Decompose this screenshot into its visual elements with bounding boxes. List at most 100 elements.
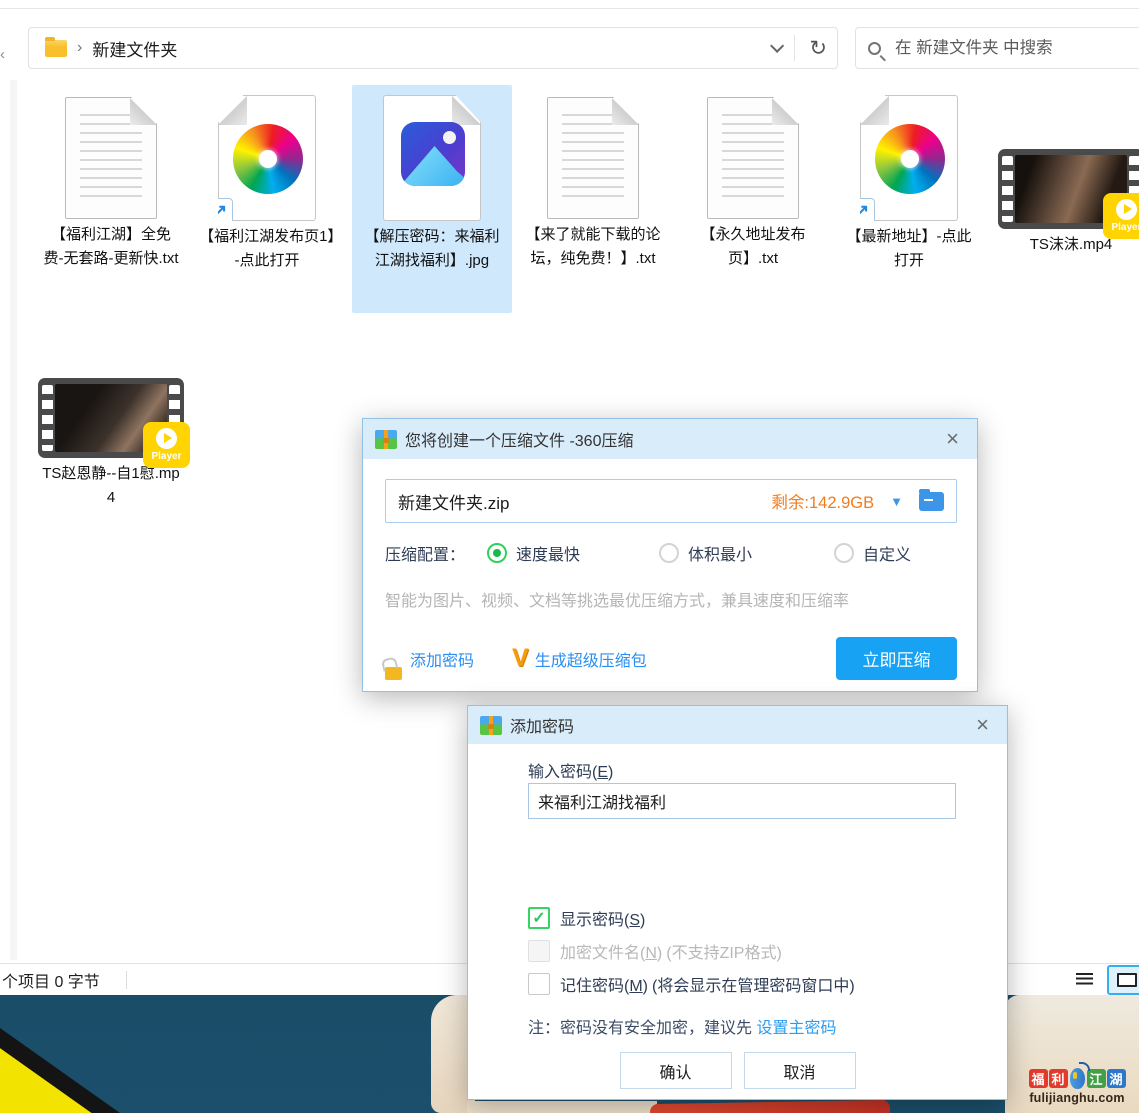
set-master-password-link[interactable]: 设置主密码 xyxy=(756,1020,836,1037)
checkbox-label: 显示密码(S) xyxy=(560,906,645,930)
text-file-icon xyxy=(707,97,799,219)
refresh-icon[interactable]: ↻ xyxy=(809,38,827,59)
encrypt-filename-checkbox-row: 加密文件名(N) (不支持ZIP格式) xyxy=(528,939,782,963)
file-tile[interactable]: Player TS沫沫.mp4 xyxy=(996,85,1139,263)
radio-smallest-size[interactable]: 体积最小 xyxy=(659,541,752,565)
file-tile[interactable]: Player TS赵恩静--自1慰.mp4 xyxy=(36,368,186,516)
file-name: 【最新地址】-点此打开 xyxy=(834,221,984,279)
doc-fold xyxy=(772,98,798,125)
doc-fold xyxy=(130,98,156,125)
breadcrumb-separator-icon: › xyxy=(77,39,82,57)
player-badge-label: Player xyxy=(1111,222,1139,233)
browser-swirl-icon xyxy=(233,124,303,194)
search-input[interactable] xyxy=(895,39,1132,58)
window-top-divider xyxy=(0,8,1139,9)
mnemonic-key: E xyxy=(597,764,608,781)
logo-char: 湖 xyxy=(1107,1069,1126,1088)
compression-config-row: 压缩配置： 速度最快 体积最小 自定义 xyxy=(385,541,911,565)
super-zip-link[interactable]: 生成超级压缩包 xyxy=(535,647,647,671)
password-input[interactable] xyxy=(528,783,956,819)
lock-icon xyxy=(385,667,402,680)
list-view-icon xyxy=(1076,973,1093,987)
file-tile[interactable]: 【永久地址发布页】.txt xyxy=(678,85,828,277)
list-view-button[interactable] xyxy=(1067,966,1101,994)
dialog-titlebar[interactable]: 您将创建一个压缩文件 -360压缩 × xyxy=(363,419,977,459)
radio-fastest-speed[interactable]: 速度最快 xyxy=(487,541,580,565)
large-icons-view-icon xyxy=(1117,973,1137,987)
radio-custom[interactable]: 自定义 xyxy=(834,541,911,565)
file-tile[interactable]: ↗ 【福利江湖发布页1】-点此打开 xyxy=(192,85,342,279)
360zip-app-icon xyxy=(480,716,502,735)
back-icon[interactable]: ‹ xyxy=(0,46,5,63)
logo-domain: fulijianghu.com xyxy=(1021,1091,1133,1105)
file-name: 【福利江湖发布页1】-点此打开 xyxy=(192,221,342,279)
large-icons-view-button[interactable] xyxy=(1107,965,1139,995)
file-name: 【福利江湖】全免费-无套路-更新快.txt xyxy=(36,219,186,277)
label-close: ) xyxy=(608,764,613,781)
dialog-title: 添加密码 xyxy=(510,713,574,737)
archive-filename-field[interactable]: 新建文件夹.zip 剩余:142.9GB ▼ xyxy=(385,479,957,523)
image-file-icon xyxy=(383,95,481,221)
video-thumbnail: Player xyxy=(38,378,184,458)
add-password-dialog: 添加密码 × 输入密码(E) ✓ 显示密码(S) 加密文件名(N) (不支持ZI… xyxy=(467,705,1008,1100)
browse-folder-icon[interactable] xyxy=(919,492,944,511)
left-rail xyxy=(10,80,17,960)
logo-char: 江 xyxy=(1087,1069,1106,1088)
file-name: 【来了就能下载的论坛，纯免费！】.txt xyxy=(518,219,668,277)
player-badge-label: Player xyxy=(151,451,181,462)
confirm-button[interactable]: 确认 xyxy=(620,1052,732,1089)
file-tile[interactable]: 【福利江湖】全免费-无套路-更新快.txt xyxy=(36,85,186,277)
search-box[interactable] xyxy=(855,27,1139,69)
doc-fold xyxy=(612,98,638,125)
file-name: 【永久地址发布页】.txt xyxy=(678,219,828,277)
security-note: 注：密码没有安全加密，建议先 设置主密码 xyxy=(528,1014,836,1038)
doc-lines xyxy=(722,114,784,204)
radio-icon[interactable] xyxy=(834,543,854,563)
play-icon xyxy=(1116,199,1137,220)
file-tile[interactable]: ↗ 【最新地址】-点此打开 xyxy=(834,85,984,279)
checkbox-disabled-icon xyxy=(528,940,550,962)
logo-char: 福 xyxy=(1029,1069,1048,1088)
create-archive-dialog: 您将创建一个压缩文件 -360压缩 × 新建文件夹.zip 剩余:142.9GB… xyxy=(362,418,978,692)
page-fold xyxy=(861,96,889,125)
shortcut-file-icon: ↗ xyxy=(860,95,958,221)
add-password-link[interactable]: 添加密码 xyxy=(410,647,474,671)
address-bar[interactable]: › 新建文件夹 ↻ xyxy=(28,27,838,69)
checkbox-label: 加密文件名(N) xyxy=(560,939,662,963)
shortcut-file-icon: ↗ xyxy=(218,95,316,221)
fulijianghu-watermark: 福 利 江 湖 fulijianghu.com xyxy=(1021,1068,1133,1105)
dropdown-triangle-icon[interactable]: ▼ xyxy=(890,494,903,509)
film-holes xyxy=(42,385,53,451)
radio-icon[interactable] xyxy=(659,543,679,563)
page-fold xyxy=(452,96,480,125)
checkbox-checked-icon[interactable]: ✓ xyxy=(528,907,550,929)
text-file-icon xyxy=(547,97,639,219)
file-tile-selected[interactable]: 【解压密码：来福利江湖找福利】.jpg xyxy=(352,85,512,313)
close-icon[interactable]: × xyxy=(970,714,995,736)
divider xyxy=(126,971,127,989)
checkbox-label: 记住密码(M) xyxy=(560,972,648,996)
page-fold xyxy=(219,96,247,125)
photos-app-icon xyxy=(401,122,465,186)
compress-now-button[interactable]: 立即压缩 xyxy=(836,637,957,680)
play-icon xyxy=(156,428,177,449)
player-badge: Player xyxy=(143,422,190,468)
show-password-checkbox-row[interactable]: ✓ 显示密码(S) xyxy=(528,906,645,930)
radio-selected-icon[interactable] xyxy=(487,543,507,563)
checkbox-icon[interactable] xyxy=(528,973,550,995)
dialog-titlebar[interactable]: 添加密码 × xyxy=(468,706,1007,744)
breadcrumb[interactable]: 新建文件夹 xyxy=(92,36,177,61)
compression-hint: 智能为图片、视频、文档等挑选最优压缩方式，兼具速度和压缩率 xyxy=(385,587,849,611)
wallpaper-orange-sliver xyxy=(650,1100,890,1113)
remember-password-checkbox-row[interactable]: 记住密码(M) (将会显示在管理密码窗口中) xyxy=(528,972,855,996)
folder-icon xyxy=(45,40,67,57)
super-zip-v-icon: V xyxy=(512,646,529,671)
file-tile[interactable]: 【来了就能下载的论坛，纯免费！】.txt xyxy=(518,85,668,277)
archive-filename[interactable]: 新建文件夹.zip xyxy=(398,489,509,514)
browser-swirl-icon xyxy=(875,124,945,194)
sun-dot xyxy=(443,131,456,144)
checkbox-suffix: (将会显示在管理密码窗口中) xyxy=(652,972,855,996)
chevron-down-icon[interactable] xyxy=(770,39,784,53)
close-icon[interactable]: × xyxy=(940,428,965,450)
cancel-button[interactable]: 取消 xyxy=(744,1052,856,1089)
